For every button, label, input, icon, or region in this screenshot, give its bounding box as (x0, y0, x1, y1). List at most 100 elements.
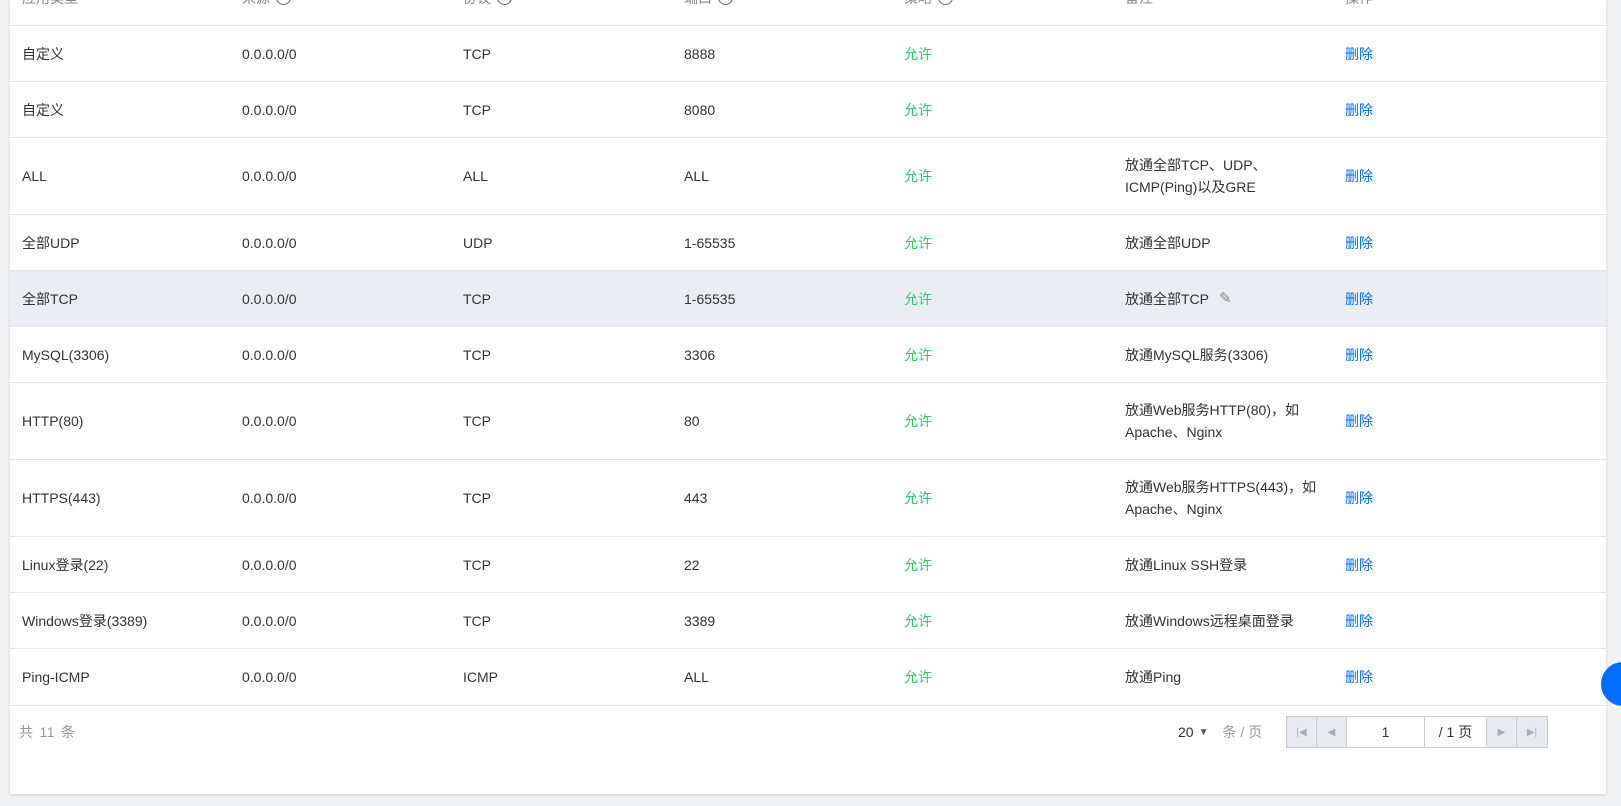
cell-policy: 允许 (904, 327, 932, 382)
type-text: HTTPS(443) (22, 490, 101, 506)
protocol-text: TCP (463, 413, 491, 429)
cell-action: 删除 (1345, 26, 1373, 81)
source-text: 0.0.0.0/0 (242, 101, 297, 118)
source-text: 0.0.0.0/0 (242, 290, 297, 307)
cell-action: 删除 (1345, 271, 1373, 326)
port-text: 8080 (684, 101, 716, 118)
prev-page-icon[interactable]: ◀ (1317, 717, 1347, 747)
delete-button[interactable]: 删除 (1345, 288, 1373, 310)
cell-type: HTTPS(443) (22, 460, 101, 536)
port-text: 22 (684, 556, 700, 573)
note-text: 放通全部UDP (1125, 234, 1211, 251)
delete-button[interactable]: 删除 (1345, 610, 1373, 632)
page-size-unit: 条 / 页 (1222, 724, 1263, 740)
source-text: 0.0.0.0/0 (242, 612, 297, 629)
type-text: HTTP(80) (22, 413, 84, 429)
table-row: 全部UDP 0.0.0.0/0 UDP 1-65535 允许 放通全部UDP 删除 (10, 215, 1606, 271)
protocol-text: TCP (463, 346, 491, 363)
protocol-text: ICMP (463, 669, 498, 685)
table-row: MySQL(3306) 0.0.0.0/0 TCP 3306 允许 放通MySQL服务(3… (10, 327, 1606, 383)
cell-source: 0.0.0.0/0 (242, 138, 297, 214)
cell-source: 0.0.0.0/0 (242, 26, 297, 81)
column-header: 来源 i (242, 0, 291, 26)
table-row: ALL 0.0.0.0/0 ALL ALL 允许 放通全部TCP、UDP、ICMP(Pin… (10, 138, 1606, 215)
column-header-label: 应用类型 (22, 0, 78, 6)
cell-type: 自定义 (22, 26, 64, 81)
delete-button[interactable]: 删除 (1345, 666, 1373, 688)
type-text: 自定义 (22, 45, 64, 62)
cell-source: 0.0.0.0/0 (242, 82, 297, 137)
page-size-select[interactable]: 20 ▼ 条 / 页 (1178, 722, 1262, 742)
column-header: 协议 i (463, 0, 512, 26)
cell-policy: 允许 (904, 215, 932, 270)
type-text: 自定义 (22, 101, 64, 118)
cell-action: 删除 (1345, 383, 1373, 459)
chevron-down-icon: ▼ (1198, 726, 1209, 738)
column-header: 策略 i (904, 0, 953, 26)
pagination: |◀ ◀ / 1 页 ▶ ▶| (1286, 716, 1548, 748)
cell-action: 删除 (1345, 460, 1373, 536)
cell-source: 0.0.0.0/0 (242, 649, 297, 705)
last-page-icon[interactable]: ▶| (1517, 717, 1547, 747)
cell-source: 0.0.0.0/0 (242, 593, 297, 648)
type-text: Linux登录(22) (22, 556, 109, 573)
note-text: 放通全部TCP (1125, 290, 1209, 307)
protocol-text: TCP (463, 101, 491, 118)
next-page-icon[interactable]: ▶ (1487, 717, 1517, 747)
cell-protocol: TCP (463, 537, 491, 592)
page-input[interactable] (1347, 717, 1425, 747)
policy-text: 允许 (904, 612, 932, 629)
info-icon[interactable]: i (938, 0, 953, 5)
cell-protocol: TCP (463, 327, 491, 382)
info-icon[interactable]: i (718, 0, 733, 5)
delete-button[interactable]: 删除 (1345, 344, 1373, 366)
info-icon[interactable]: i (276, 0, 291, 5)
type-text: ALL (22, 168, 47, 184)
cell-type: 全部UDP (22, 215, 80, 270)
type-text: Windows登录(3389) (22, 612, 148, 629)
delete-button[interactable]: 删除 (1345, 232, 1373, 254)
cell-source: 0.0.0.0/0 (242, 215, 297, 270)
cell-policy: 允许 (904, 383, 932, 459)
cell-type: Windows登录(3389) (22, 593, 147, 648)
delete-button[interactable]: 删除 (1345, 43, 1373, 65)
pencil-icon[interactable]: ✎ (1219, 288, 1232, 310)
port-text: 1-65535 (684, 234, 736, 251)
note-text: 放通Linux SSH登录 (1125, 556, 1248, 573)
total-pages: / 1 页 (1425, 717, 1487, 747)
cell-source: 0.0.0.0/0 (242, 271, 297, 326)
cell-note: 放通Ping (1125, 649, 1325, 705)
total-suffix: 条 (61, 724, 76, 740)
policy-text: 允许 (904, 45, 932, 62)
type-text: Ping-ICMP (22, 669, 90, 685)
delete-button[interactable]: 删除 (1345, 99, 1373, 121)
cell-note: 放通全部UDP (1125, 215, 1325, 270)
column-header: 端口 i (684, 0, 733, 26)
note-text: 放通Web服务HTTPS(443)，如 Apache、Nginx (1125, 479, 1317, 517)
delete-button[interactable]: 删除 (1345, 487, 1373, 509)
cell-policy: 允许 (904, 649, 932, 705)
first-page-icon[interactable]: |◀ (1287, 717, 1317, 747)
delete-button[interactable]: 删除 (1345, 165, 1373, 187)
table-row: Ping-ICMP 0.0.0.0/0 ICMP ALL 允许 放通Ping 删除 (10, 649, 1606, 706)
cell-action: 删除 (1345, 215, 1373, 270)
cell-note: 放通全部TCP、UDP、ICMP(Ping)以及GRE (1125, 138, 1325, 214)
info-icon[interactable]: i (497, 0, 512, 5)
protocol-text: TCP (463, 556, 491, 573)
security-rules-panel: 应用类型 来源 i 协议 i 端口 i 策略 i 备注 操作 自定义 0.0.0.0/0 TCP 8888… (10, 0, 1606, 794)
cell-source: 0.0.0.0/0 (242, 460, 297, 536)
cell-type: MySQL(3306) (22, 327, 109, 382)
policy-text: 允许 (904, 290, 932, 307)
protocol-text: TCP (463, 45, 491, 62)
cell-port: 3306 (684, 327, 715, 382)
cell-protocol: TCP (463, 460, 491, 536)
cell-type: 全部TCP (22, 271, 78, 326)
cell-note (1125, 82, 1325, 137)
delete-button[interactable]: 删除 (1345, 410, 1373, 432)
source-text: 0.0.0.0/0 (242, 669, 297, 685)
port-text: 80 (684, 413, 700, 429)
note-text: 放通Web服务HTTP(80)，如 Apache、Nginx (1125, 402, 1299, 440)
source-text: 0.0.0.0/0 (242, 490, 297, 506)
delete-button[interactable]: 删除 (1345, 554, 1373, 576)
cell-note: 放通MySQL服务(3306) (1125, 327, 1325, 382)
